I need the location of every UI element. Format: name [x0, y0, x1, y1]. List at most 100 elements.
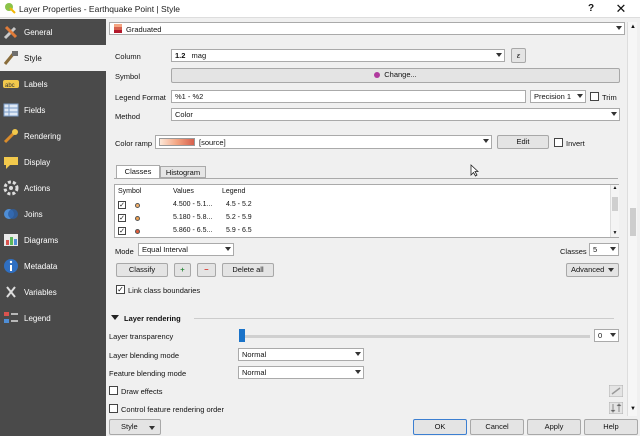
scroll-down-icon[interactable]: ▼: [612, 231, 618, 236]
style-menu-label: Style: [121, 422, 138, 431]
sidebar-item-labels[interactable]: abc Labels: [0, 71, 106, 97]
draw-effects-checkbox[interactable]: [109, 386, 118, 395]
column-header-values[interactable]: Values: [173, 188, 194, 195]
help-button[interactable]: Help: [584, 419, 638, 435]
row-values[interactable]: 5.180 - 5.8...: [173, 214, 212, 221]
chevron-down-icon: [616, 26, 622, 30]
feature-blending-label: Feature blending mode: [109, 369, 187, 378]
transparency-slider-handle[interactable]: [239, 329, 245, 342]
link-boundaries-label: Link class boundaries: [128, 286, 201, 295]
column-header-legend[interactable]: Legend: [222, 188, 245, 195]
row-visible-checkbox[interactable]: ✓: [118, 214, 126, 222]
row-visible-checkbox[interactable]: ✓: [118, 201, 126, 209]
sidebar-item-metadata[interactable]: Metadata: [0, 253, 106, 279]
symbol-dot-icon[interactable]: [135, 216, 140, 221]
row-legend[interactable]: 4.5 - 5.2: [226, 201, 252, 208]
scroll-thumb[interactable]: [612, 197, 618, 211]
row-visible-checkbox[interactable]: ✓: [118, 227, 126, 235]
row-legend[interactable]: 5.2 - 5.9: [226, 214, 252, 221]
advanced-button[interactable]: Advanced: [566, 263, 619, 277]
column-header-symbol[interactable]: Symbol: [118, 188, 141, 195]
legend-icon: [4, 312, 18, 323]
symbol-dot-icon[interactable]: [135, 203, 140, 208]
tab-divider: [114, 178, 618, 179]
tab-histogram[interactable]: Histogram: [160, 166, 206, 178]
delete-all-button[interactable]: Delete all: [222, 263, 274, 277]
sidebar-item-general[interactable]: General: [0, 19, 106, 45]
control-order-label: Control feature rendering order: [121, 405, 224, 414]
rendering-order-icon[interactable]: [609, 402, 623, 414]
layer-blending-select[interactable]: Normal: [238, 348, 364, 361]
scroll-down-icon[interactable]: ▼: [629, 406, 637, 412]
help-title-button[interactable]: ?: [584, 2, 598, 16]
classes-table[interactable]: Symbol Values Legend ✓ 4.500 - 5.1... 4.…: [114, 184, 619, 238]
symbol-change-button[interactable]: Change...: [171, 68, 620, 83]
classify-button[interactable]: Classify: [116, 263, 168, 277]
row-values[interactable]: 4.500 - 5.1...: [173, 201, 212, 208]
mouse-cursor-icon: [470, 164, 479, 177]
legend-format-input[interactable]: %1 - %2: [171, 90, 526, 103]
renderer-select[interactable]: Graduated: [109, 22, 625, 35]
transparency-spinbox[interactable]: 0: [594, 329, 619, 342]
cancel-button[interactable]: Cancel: [470, 419, 524, 435]
effects-settings-icon[interactable]: [609, 385, 623, 397]
classes-spinbox[interactable]: 5: [589, 243, 619, 256]
table-row[interactable]: ✓ 5.180 - 5.8... 5.2 - 5.9: [115, 212, 607, 225]
expression-button[interactable]: ε: [511, 48, 526, 63]
page-scrollbar[interactable]: ▲ ▼: [627, 22, 637, 416]
sidebar-item-label: Rendering: [24, 132, 61, 141]
mode-select[interactable]: Equal Interval: [138, 243, 234, 256]
color-ramp-select[interactable]: [source]: [155, 135, 492, 149]
scroll-up-icon[interactable]: ▲: [629, 24, 637, 30]
style-menu-button[interactable]: Style: [109, 419, 161, 435]
apply-button[interactable]: Apply: [527, 419, 581, 435]
table-row[interactable]: ✓ 4.500 - 5.1... 4.5 - 5.2: [115, 199, 607, 212]
table-scrollbar[interactable]: ▲ ▼: [610, 185, 619, 237]
layer-rendering-title[interactable]: Layer rendering: [124, 314, 181, 323]
sidebar-item-legend[interactable]: Legend: [0, 305, 106, 331]
transparency-slider[interactable]: [240, 335, 590, 338]
control-order-checkbox[interactable]: [109, 404, 118, 413]
close-button[interactable]: ✕: [612, 1, 630, 17]
rendering-brush-icon: [3, 129, 18, 144]
sidebar-item-label: Fields: [24, 106, 46, 115]
sidebar-item-display[interactable]: Display: [0, 149, 106, 175]
color-ramp-edit-button[interactable]: Edit: [497, 135, 549, 149]
symbol-dot-icon[interactable]: [135, 229, 140, 234]
precision-spinbox[interactable]: Precision 1: [530, 90, 586, 103]
column-select[interactable]: 1.2 mag: [171, 49, 505, 62]
color-ramp-value: [source]: [199, 138, 226, 147]
method-select[interactable]: Color: [171, 108, 620, 121]
row-values[interactable]: 5.860 - 6.5...: [173, 227, 212, 234]
chevron-down-icon: [149, 426, 155, 430]
feature-blending-select[interactable]: Normal: [238, 366, 364, 379]
collapse-arrow-icon[interactable]: [111, 315, 119, 320]
sidebar-item-actions[interactable]: Actions: [0, 175, 106, 201]
add-class-button[interactable]: +: [174, 263, 191, 277]
remove-class-button[interactable]: −: [197, 263, 216, 277]
ok-button[interactable]: OK: [413, 419, 467, 435]
tab-classes[interactable]: Classes: [116, 165, 160, 178]
invert-checkbox[interactable]: [554, 138, 563, 147]
link-boundaries-checkbox[interactable]: ✓: [116, 285, 125, 294]
scroll-thumb[interactable]: [630, 208, 636, 236]
sidebar-item-label: Labels: [24, 80, 48, 89]
sidebar-item-rendering[interactable]: Rendering: [0, 123, 106, 149]
sidebar-item-label: Variables: [24, 288, 57, 297]
table-row[interactable]: ✓ 5.860 - 6.5... 5.9 - 6.5: [115, 225, 607, 238]
sidebar-item-joins[interactable]: Joins: [0, 201, 106, 227]
advanced-label: Advanced: [571, 265, 605, 274]
scroll-up-icon[interactable]: ▲: [612, 186, 618, 191]
qgis-logo-icon: [5, 3, 16, 14]
classes-count-value: 5: [593, 245, 598, 254]
expression-epsilon-icon: ε: [516, 51, 521, 60]
graduated-renderer-icon: [114, 24, 122, 33]
row-legend[interactable]: 5.9 - 6.5: [226, 227, 252, 234]
sidebar-item-variables[interactable]: Variables: [0, 279, 106, 305]
sidebar-item-label: Style: [24, 54, 42, 63]
sidebar-item-style[interactable]: Style: [0, 45, 106, 71]
color-ramp-label: Color ramp: [115, 139, 153, 148]
sidebar-item-fields[interactable]: Fields: [0, 97, 106, 123]
trim-checkbox[interactable]: [590, 92, 599, 101]
sidebar-item-diagrams[interactable]: Diagrams: [0, 227, 106, 253]
